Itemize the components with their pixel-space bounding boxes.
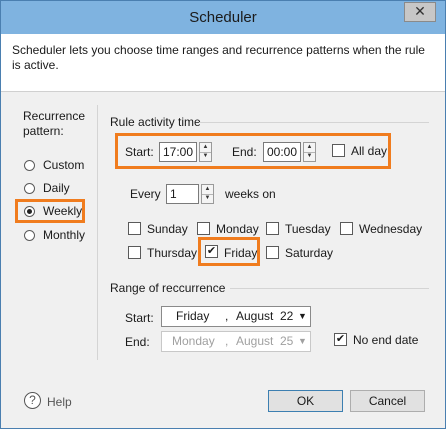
radio-weekly-label: Weekly bbox=[43, 204, 83, 218]
day-label-monday: Monday bbox=[216, 222, 259, 236]
activity-end-field[interactable]: 00:00 bbox=[263, 142, 301, 162]
range-start-day: Friday bbox=[176, 309, 210, 323]
activity-end-spinner[interactable]: ▲ ▼ bbox=[303, 142, 316, 162]
range-end-sep: , bbox=[225, 334, 229, 348]
range-end-day: Monday bbox=[172, 334, 215, 348]
activity-start-spinner[interactable]: ▲ ▼ bbox=[199, 142, 212, 162]
intro-text: Scheduler lets you choose time ranges an… bbox=[12, 43, 425, 72]
radio-custom[interactable] bbox=[24, 160, 35, 171]
cancel-button[interactable]: Cancel bbox=[350, 390, 425, 412]
weeks-on-label: weeks on bbox=[225, 187, 276, 201]
day-label-sunday: Sunday bbox=[147, 222, 188, 236]
range-start-datepicker[interactable]: Friday , August 22 ▼ bbox=[161, 306, 311, 327]
day-label-thursday: Thursday bbox=[147, 246, 198, 260]
range-start-date: 22 bbox=[280, 309, 294, 323]
every-label: Every bbox=[130, 187, 161, 201]
all-day-checkbox[interactable] bbox=[332, 144, 345, 157]
chevron-down-icon[interactable]: ▼ bbox=[298, 336, 307, 346]
every-weeks-spinner[interactable]: ▲ ▼ bbox=[201, 184, 214, 204]
range-heading: Range of reccurrence bbox=[110, 281, 226, 295]
range-end-date: 25 bbox=[280, 334, 294, 348]
close-icon: ✕ bbox=[414, 3, 426, 19]
range-end-datepicker[interactable]: Monday , August 25 ▼ bbox=[161, 331, 311, 352]
day-label-tuesday: Tuesday bbox=[285, 222, 331, 236]
activity-start-label: Start: bbox=[125, 145, 154, 159]
day-checkbox-friday[interactable]: ✔ bbox=[205, 245, 218, 258]
chevron-down-icon[interactable]: ▼ bbox=[298, 311, 307, 321]
range-end-month: August bbox=[236, 334, 274, 348]
radio-monthly[interactable] bbox=[24, 230, 35, 241]
activity-heading: Rule activity time bbox=[110, 115, 201, 129]
day-checkbox-sunday[interactable] bbox=[128, 222, 141, 235]
radio-custom-label: Custom bbox=[43, 158, 85, 172]
recurrence-pattern-label: Recurrence pattern: bbox=[23, 109, 86, 138]
spin-down-icon[interactable]: ▼ bbox=[202, 194, 213, 203]
activity-end-label: End: bbox=[232, 145, 257, 159]
day-checkbox-thursday[interactable] bbox=[128, 246, 141, 259]
ok-button[interactable]: OK bbox=[268, 390, 343, 412]
spin-down-icon[interactable]: ▼ bbox=[304, 152, 315, 161]
scheduler-dialog: Scheduler ✕ Scheduler lets you choose ti… bbox=[0, 0, 446, 429]
activity-start-field[interactable]: 17:00 bbox=[159, 142, 197, 162]
day-label-wednesday: Wednesday bbox=[359, 222, 423, 236]
radio-monthly-label: Monthly bbox=[43, 228, 86, 242]
intro-panel: Scheduler lets you choose time ranges an… bbox=[1, 34, 445, 92]
radio-daily-label: Daily bbox=[43, 181, 70, 195]
all-day-label: All day bbox=[351, 144, 388, 158]
day-checkbox-tuesday[interactable] bbox=[266, 222, 279, 235]
radio-daily[interactable] bbox=[24, 183, 35, 194]
close-button[interactable]: ✕ bbox=[404, 2, 436, 22]
range-heading-rule bbox=[230, 288, 429, 289]
day-checkbox-saturday[interactable] bbox=[266, 246, 279, 259]
every-weeks-field[interactable]: 1 bbox=[166, 184, 199, 204]
radio-weekly[interactable] bbox=[24, 206, 35, 217]
checkmark-icon: ✔ bbox=[206, 245, 217, 257]
range-start-month: August bbox=[236, 309, 274, 323]
range-end-label: End: bbox=[125, 335, 150, 349]
help-link[interactable]: Help bbox=[47, 395, 72, 409]
range-start-label: Start: bbox=[125, 311, 154, 325]
range-start-sep: , bbox=[225, 309, 229, 323]
day-checkbox-monday[interactable] bbox=[197, 222, 210, 235]
spin-down-icon[interactable]: ▼ bbox=[200, 152, 211, 161]
day-label-friday: Friday bbox=[224, 246, 258, 260]
checkmark-icon: ✔ bbox=[335, 333, 346, 345]
activity-heading-rule bbox=[199, 122, 429, 123]
column-divider bbox=[97, 105, 98, 360]
day-label-saturday: Saturday bbox=[285, 246, 334, 260]
help-icon[interactable]: ? bbox=[24, 392, 41, 409]
no-end-date-checkbox[interactable]: ✔ bbox=[334, 333, 347, 346]
window-title: Scheduler bbox=[189, 9, 257, 26]
no-end-date-label: No end date bbox=[353, 333, 419, 347]
day-checkbox-wednesday[interactable] bbox=[340, 222, 353, 235]
